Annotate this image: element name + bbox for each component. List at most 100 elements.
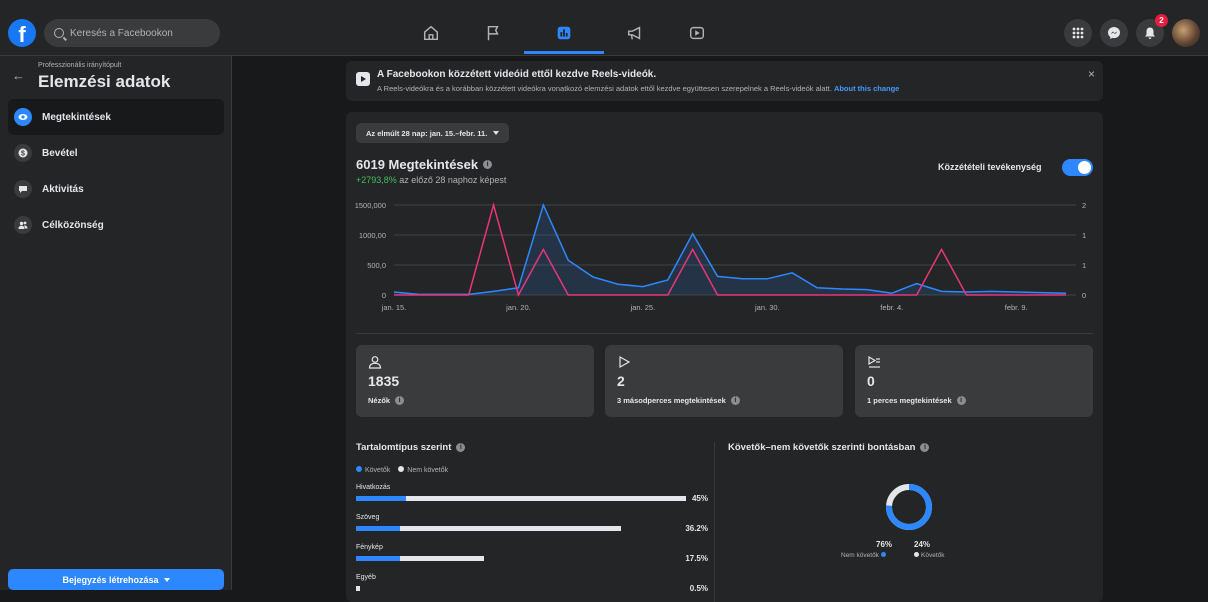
dashboard-icon bbox=[557, 26, 571, 40]
tab-professional-dashboard[interactable] bbox=[524, 15, 604, 54]
divider bbox=[356, 333, 1093, 334]
legend-label: Követők bbox=[365, 467, 391, 474]
x-tick-label: febr. 4. bbox=[880, 303, 903, 312]
bar-followers bbox=[356, 496, 406, 501]
sidebar-item-label: Célközönség bbox=[42, 219, 104, 231]
y-tick-label: 500,0 bbox=[367, 261, 386, 270]
search-icon bbox=[54, 28, 64, 38]
bar-followers bbox=[356, 556, 400, 561]
views-total: 6019 Megtekintések i bbox=[356, 157, 493, 172]
close-icon[interactable]: × bbox=[1088, 67, 1095, 81]
stat-label-text: 3 másodperces megtekintések bbox=[617, 396, 726, 405]
notice-text: A Reels-videókra és a korábban közzétett… bbox=[377, 84, 899, 93]
right-actions: 2 bbox=[1064, 14, 1200, 47]
info-icon[interactable]: i bbox=[395, 396, 405, 405]
y-right-tick-label: 1 bbox=[1082, 231, 1086, 240]
content-type-legend: Követők Nem követők bbox=[356, 466, 448, 474]
stat-card-viewers: 1835 Nézők i bbox=[356, 345, 594, 417]
avatar[interactable] bbox=[1172, 19, 1200, 47]
grid-icon bbox=[1072, 27, 1084, 39]
legend-dot bbox=[880, 552, 886, 557]
stat-label-text: Nézők bbox=[368, 396, 391, 405]
dollar-icon: $ bbox=[14, 144, 32, 162]
info-icon[interactable]: i bbox=[730, 396, 740, 405]
chevron-down-icon bbox=[163, 577, 170, 582]
sidebar-item-views[interactable]: Megtekintések bbox=[8, 99, 224, 135]
date-range-label: Az elmúlt 28 nap: jan. 15.–febr. 11. bbox=[366, 128, 488, 138]
legend-item-non-followers: Nem követők bbox=[398, 466, 448, 474]
stat-value: 1835 bbox=[368, 373, 400, 389]
stat-label: 3 másodperces megtekintések i bbox=[617, 396, 740, 405]
reels-icon bbox=[356, 72, 370, 86]
content-type-row: Egyéb 0.5% bbox=[356, 574, 708, 602]
sidebar-item-audience[interactable]: Célközönség bbox=[8, 207, 224, 243]
top-navigation-bar: f Keresés a Facebookon 2 bbox=[0, 0, 1208, 56]
people-icon bbox=[14, 216, 32, 234]
tab-ads[interactable] bbox=[604, 15, 666, 51]
sidebar-item-label: Aktivitás bbox=[42, 183, 84, 195]
content-type-value: 45% bbox=[691, 494, 708, 503]
views-delta-text: az előző 28 naphoz képest bbox=[396, 175, 507, 185]
followers-split-title: Követők–nem követők szerinti bontásban i bbox=[728, 442, 930, 453]
section-divider bbox=[714, 442, 715, 602]
search-input[interactable]: Keresés a Facebookon bbox=[44, 19, 220, 47]
info-icon[interactable]: i bbox=[483, 160, 493, 169]
tab-home[interactable] bbox=[400, 15, 462, 51]
tab-video[interactable] bbox=[666, 15, 728, 51]
create-post-label: Bejegyzés létrehozása bbox=[62, 574, 159, 585]
facebook-logo[interactable]: f bbox=[8, 19, 36, 47]
views-delta: +2793,8% az előző 28 naphoz képest bbox=[356, 175, 506, 185]
info-icon[interactable]: i bbox=[956, 396, 966, 405]
bar-non-followers bbox=[356, 586, 360, 591]
y-tick-label: 1500,000 bbox=[355, 201, 386, 210]
svg-text:$: $ bbox=[21, 151, 25, 158]
video-icon bbox=[689, 26, 705, 40]
messenger-button[interactable] bbox=[1100, 19, 1128, 47]
followers-label-text: Követők bbox=[921, 552, 945, 559]
content-type-label: Szöveg bbox=[356, 514, 380, 521]
content-type-title-text: Tartalomtípus szerint bbox=[356, 442, 452, 453]
publish-activity-toggle[interactable] bbox=[1062, 159, 1093, 176]
person-icon bbox=[368, 356, 382, 369]
reels-notice-banner: A Facebookon közzétett videóid ettől kez… bbox=[346, 61, 1103, 101]
comment-icon bbox=[14, 180, 32, 198]
sidebar-item-label: Megtekintések bbox=[42, 111, 111, 123]
sidebar-item-revenue[interactable]: $ Bevétel bbox=[8, 135, 224, 171]
chevron-down-icon bbox=[493, 131, 500, 135]
x-tick-label: jan. 25. bbox=[630, 303, 656, 312]
content-type-label: Fénykép bbox=[356, 544, 383, 551]
create-post-button[interactable]: Bejegyzés létrehozása bbox=[8, 569, 224, 590]
page-title: Elemzési adatok bbox=[38, 72, 171, 91]
info-icon[interactable]: i bbox=[920, 443, 930, 452]
views-line-chart: 1500,000 2 1000,00 1 500,0 1 0 0 jan. 15. jan. 20… bbox=[355, 201, 1086, 312]
info-icon[interactable]: i bbox=[456, 443, 466, 452]
legend-label: Nem követők bbox=[407, 467, 449, 474]
content-type-row: Hivatkozás 45% bbox=[356, 484, 708, 512]
views-title-text: 6019 Megtekintések bbox=[356, 157, 479, 172]
bar-non-followers bbox=[356, 496, 686, 501]
home-icon bbox=[423, 25, 439, 41]
x-tick-label: jan. 30. bbox=[754, 303, 780, 312]
main-nav-tabs bbox=[400, 15, 728, 54]
back-arrow-icon[interactable]: ← bbox=[12, 68, 25, 83]
content-type-row: Szöveg 36.2% bbox=[356, 514, 708, 542]
notifications-button[interactable]: 2 bbox=[1136, 14, 1168, 47]
legend-dot bbox=[398, 466, 405, 472]
bar-followers bbox=[356, 526, 400, 531]
legend-dot bbox=[914, 552, 919, 557]
content-type-label: Egyéb bbox=[356, 574, 376, 581]
about-change-link[interactable]: About this change bbox=[834, 84, 899, 93]
y-tick-label: 0 bbox=[382, 291, 386, 300]
date-range-selector[interactable]: Az elmúlt 28 nap: jan. 15.–febr. 11. bbox=[356, 123, 510, 143]
sidebar-item-label: Bevétel bbox=[42, 147, 78, 159]
legend-dot bbox=[356, 466, 362, 472]
non-followers-label-text: Nem követők bbox=[841, 552, 879, 559]
menu-button[interactable] bbox=[1064, 19, 1092, 47]
non-followers-pct: 76% bbox=[876, 540, 893, 549]
sidebar-item-engagement[interactable]: Aktivitás bbox=[8, 171, 224, 207]
stat-label-text: 1 perces megtekintések bbox=[867, 396, 952, 405]
y-tick-label: 1000,00 bbox=[359, 231, 386, 240]
flag-icon bbox=[487, 25, 499, 41]
followers-label: Követők bbox=[912, 552, 945, 559]
tab-pages[interactable] bbox=[462, 15, 524, 51]
